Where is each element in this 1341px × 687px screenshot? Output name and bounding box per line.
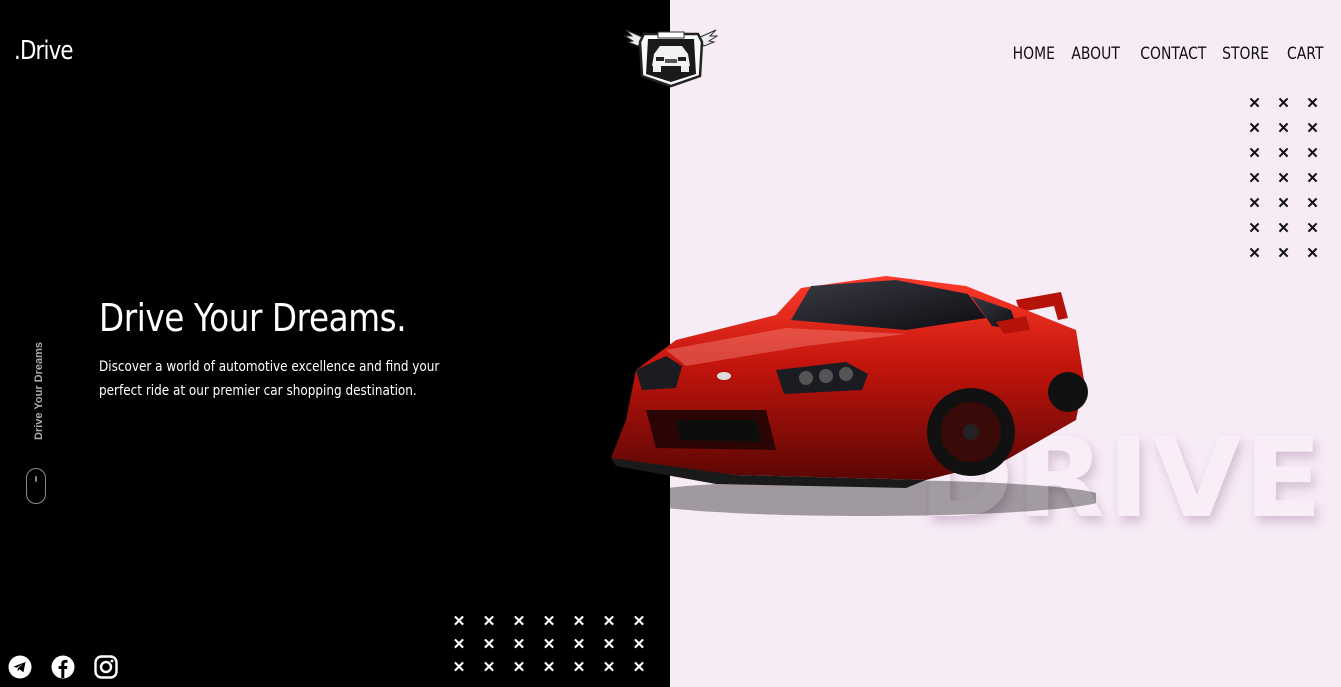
left-x-mark: ✕ xyxy=(512,636,526,653)
nav-about[interactable]: ABOUT xyxy=(1071,44,1120,64)
left-x-mark: ✕ xyxy=(482,659,496,676)
telegram-icon[interactable] xyxy=(8,655,32,679)
right-x-mark: ✕ xyxy=(1248,220,1261,237)
left-x-mark: ✕ xyxy=(542,636,556,653)
car-emblem-logo[interactable] xyxy=(624,24,718,90)
left-x-mark: ✕ xyxy=(512,613,526,630)
hero-title: Drive Your Dreams. xyxy=(99,296,407,340)
left-x-mark: ✕ xyxy=(512,659,526,676)
social-links xyxy=(8,655,118,679)
left-x-mark: ✕ xyxy=(572,613,586,630)
right-x-mark: ✕ xyxy=(1277,120,1290,137)
left-x-mark: ✕ xyxy=(632,659,646,676)
left-x-mark: ✕ xyxy=(602,636,616,653)
right-x-mark: ✕ xyxy=(1248,245,1261,262)
left-x-mark: ✕ xyxy=(602,613,616,630)
nav-store[interactable]: STORE xyxy=(1223,44,1270,64)
facebook-icon[interactable] xyxy=(51,655,75,679)
right-x-mark: ✕ xyxy=(1306,145,1319,162)
decorative-x-pattern-left: ✕ ✕ ✕ ✕ ✕ ✕ ✕ ✕ ✕ ✕ ✕ ✕ ✕ ✕ ✕ ✕ ✕ ✕ ✕ ✕ ✕ xyxy=(444,614,654,675)
right-x-mark: ✕ xyxy=(1277,170,1290,187)
left-x-mark: ✕ xyxy=(482,613,496,630)
left-x-mark: ✕ xyxy=(452,636,466,653)
brand-logo-text[interactable]: .Drive xyxy=(14,36,74,66)
right-x-mark: ✕ xyxy=(1306,220,1319,237)
right-x-mark: ✕ xyxy=(1248,195,1261,212)
left-x-mark: ✕ xyxy=(452,659,466,676)
right-x-mark: ✕ xyxy=(1277,95,1290,112)
decorative-x-pattern-right: ✕ ✕ ✕ ✕ ✕ ✕ ✕ ✕ ✕ ✕ ✕ ✕ ✕ ✕ ✕ ✕ ✕ ✕ ✕ ✕ ✕ xyxy=(1240,96,1327,261)
right-x-mark: ✕ xyxy=(1248,95,1261,112)
red-sports-car-image xyxy=(611,276,1096,516)
right-x-mark: ✕ xyxy=(1306,170,1319,187)
nav-home[interactable]: HOME xyxy=(1013,44,1055,64)
left-x-mark: ✕ xyxy=(452,613,466,630)
vertical-tagline: Drive Your Dreams xyxy=(33,341,45,440)
hero-description: Discover a world of automotive excellenc… xyxy=(99,359,440,399)
right-x-mark: ✕ xyxy=(1277,245,1290,262)
nav-cart[interactable]: CART xyxy=(1287,44,1323,64)
right-x-mark: ✕ xyxy=(1277,220,1290,237)
left-x-mark: ✕ xyxy=(542,613,556,630)
right-x-mark: ✕ xyxy=(1306,120,1319,137)
right-x-mark: ✕ xyxy=(1277,145,1290,162)
instagram-icon[interactable] xyxy=(94,655,118,679)
left-x-mark: ✕ xyxy=(632,613,646,630)
right-x-mark: ✕ xyxy=(1248,145,1261,162)
left-x-mark: ✕ xyxy=(572,659,586,676)
right-x-mark: ✕ xyxy=(1277,195,1290,212)
left-x-mark: ✕ xyxy=(632,636,646,653)
left-panel xyxy=(0,0,670,687)
left-x-mark: ✕ xyxy=(572,636,586,653)
main-nav: HOME ABOUT CONTACT STORE CART xyxy=(1008,44,1327,64)
right-x-mark: ✕ xyxy=(1248,120,1261,137)
left-x-mark: ✕ xyxy=(482,636,496,653)
left-x-mark: ✕ xyxy=(542,659,556,676)
right-x-mark: ✕ xyxy=(1306,195,1319,212)
left-x-mark: ✕ xyxy=(602,659,616,676)
scroll-mouse-icon[interactable] xyxy=(26,468,46,504)
nav-contact[interactable]: CONTACT xyxy=(1140,44,1206,64)
right-x-mark: ✕ xyxy=(1306,245,1319,262)
right-x-mark: ✕ xyxy=(1248,170,1261,187)
right-x-mark: ✕ xyxy=(1306,95,1319,112)
